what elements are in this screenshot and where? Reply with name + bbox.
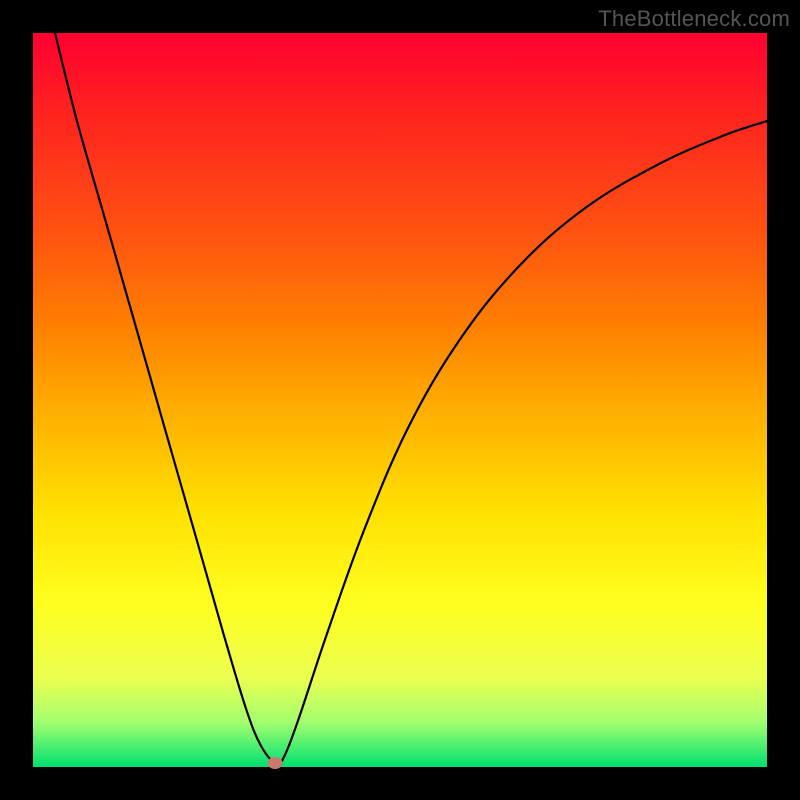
bottleneck-curve xyxy=(33,33,767,767)
plot-area xyxy=(33,33,767,767)
chart-frame: TheBottleneck.com xyxy=(0,0,800,800)
minimum-marker xyxy=(268,757,283,769)
watermark-text: TheBottleneck.com xyxy=(598,6,790,32)
